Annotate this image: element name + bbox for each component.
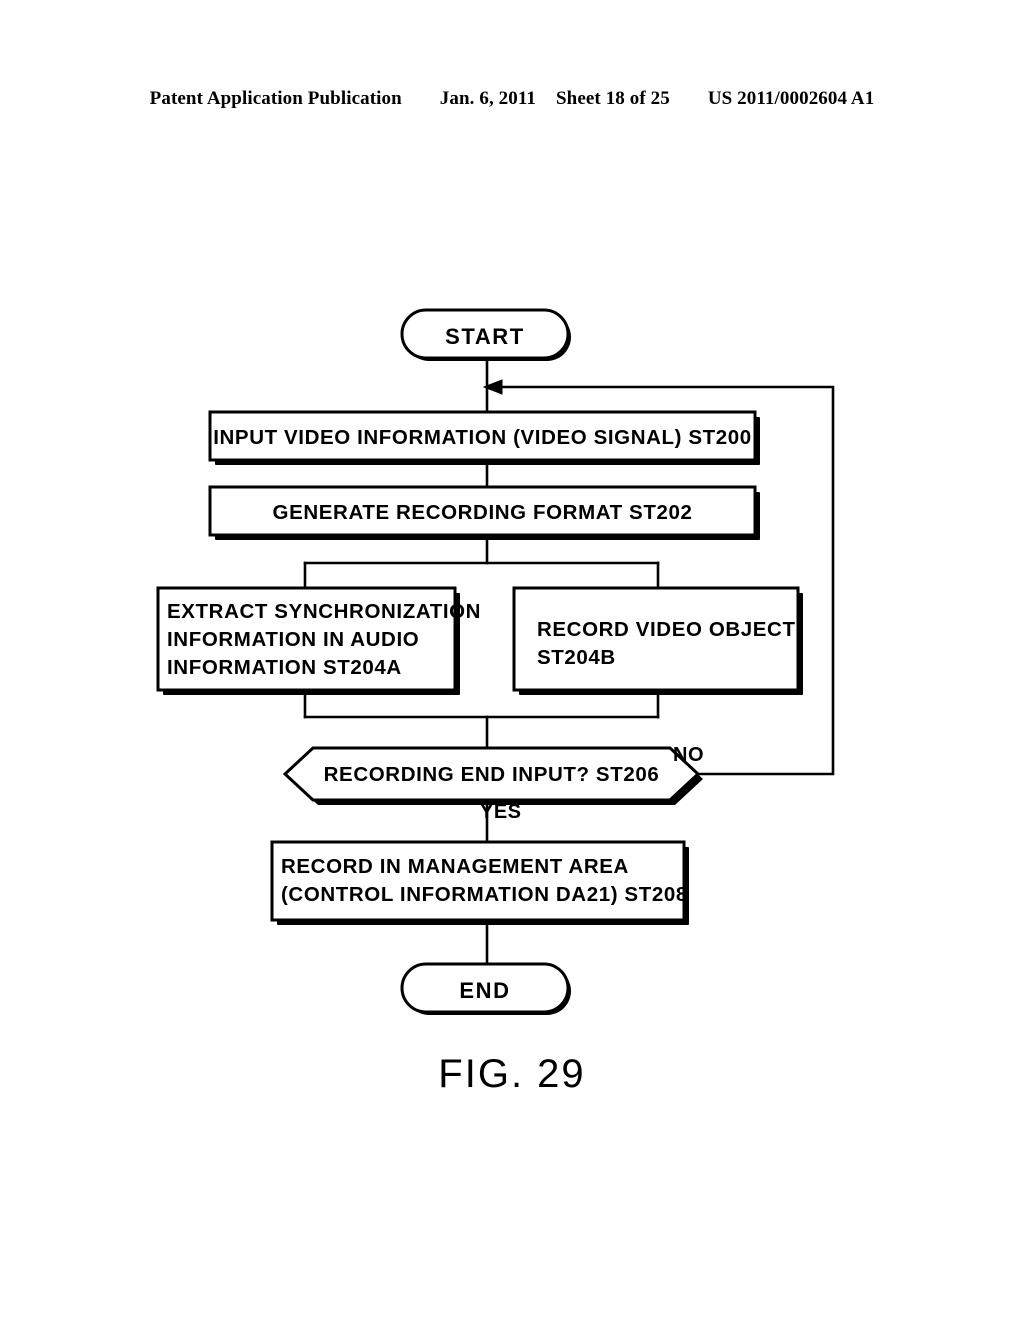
node-start-label: START — [445, 324, 525, 349]
node-end-label: END — [459, 978, 511, 1003]
figure-caption: FIG. 29 — [438, 1052, 586, 1096]
node-st204a-label-line1: EXTRACT SYNCHRONIZATION — [167, 600, 482, 623]
node-st206-label: RECORDING END INPUT? ST206 — [323, 763, 660, 786]
node-st200-label: INPUT VIDEO INFORMATION (VIDEO SIGNAL) S… — [213, 426, 752, 449]
node-st204b-label-line1: RECORD VIDEO OBJECT — [537, 618, 796, 641]
node-st204a-label-line3: INFORMATION ST204A — [167, 656, 402, 679]
node-st208-label-line1: RECORD IN MANAGEMENT AREA — [281, 855, 629, 878]
branch-label-yes: YES — [480, 801, 522, 823]
flowchart-canvas — [156, 308, 835, 1015]
branch-label-no: NO — [673, 744, 704, 766]
node-st208-label-line2: (CONTROL INFORMATION DA21) ST208 — [281, 883, 688, 906]
node-st204b-label-line2: ST204B — [537, 646, 616, 669]
node-st204a-label-line2: INFORMATION IN AUDIO — [167, 628, 420, 651]
flowchart-diagram: START INPUT VIDEO INFORMATION (VIDEO SIG… — [0, 0, 1024, 1320]
node-st202-label: GENERATE RECORDING FORMAT ST202 — [272, 501, 693, 524]
